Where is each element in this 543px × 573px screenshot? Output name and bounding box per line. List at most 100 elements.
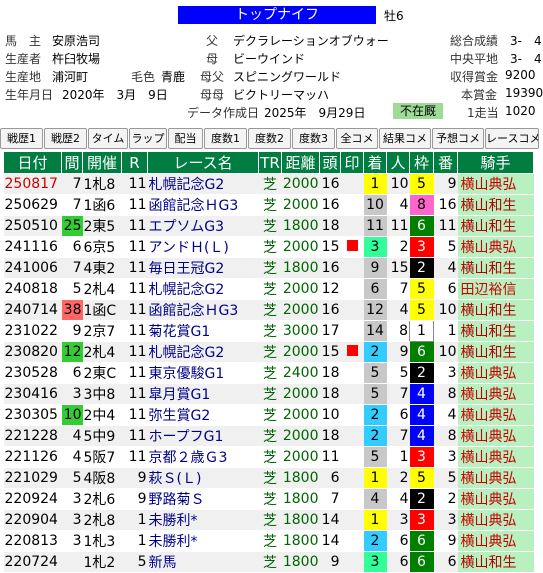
race-name[interactable]: 札幌記念G2 — [147, 173, 259, 195]
race-date[interactable]: 221228 — [3, 425, 62, 447]
jockey-name[interactable]: 横山典弘 — [457, 509, 534, 531]
col-track[interactable]: TR — [258, 151, 282, 174]
race-name[interactable]: 東京優駿G1 — [147, 362, 259, 384]
race-name[interactable]: 函館記念ＨG3 — [147, 299, 259, 321]
table-row[interactable]: 221029 5 4阪8 9 萩Ｓ(Ｌ) 芝 1800 6 1 2 5 5 横山典弘 — [3, 467, 534, 489]
jockey-name[interactable]: 横山和生 — [457, 299, 534, 321]
race-date[interactable]: 241006 — [3, 257, 62, 279]
table-row[interactable]: 230528 6 2東C 11 東京優駿G1 芝 2400 18 5 5 2 3 横山典弘 — [3, 362, 534, 384]
jockey-name[interactable]: 横山和生 — [457, 320, 534, 342]
jockey-name[interactable]: 横山典弘 — [457, 446, 534, 468]
jockey-name[interactable]: 横山典弘 — [457, 425, 534, 447]
col-bracket[interactable]: 枠 — [409, 151, 434, 174]
dam-value[interactable]: ビーウインド — [233, 50, 305, 67]
table-row[interactable]: 220724 1札2 5 新馬芝 1800 9 3 6 6 6 横山和生 — [3, 551, 534, 573]
race-name[interactable]: アンドＨ(Ｌ) — [147, 236, 259, 258]
table-row[interactable]: 230820 12 2札4 11 札幌記念G2 芝 2000 15 2 9 6 10 横山和生 — [3, 341, 534, 363]
jockey-name[interactable]: 横山典弘 — [457, 488, 534, 510]
race-name[interactable]: 皐月賞G1 — [147, 383, 259, 405]
race-date[interactable]: 241116 — [3, 236, 62, 258]
table-row[interactable]: 220813 3 1札3 1 未勝利* 芝 1800 14 2 6 6 9 横山典弘 — [3, 530, 534, 552]
race-date[interactable]: 250510 — [3, 215, 62, 237]
race-date[interactable]: 240714 — [3, 299, 62, 321]
sire-value[interactable]: デクラレーションオブウォー — [233, 32, 389, 49]
table-row[interactable]: 241006 7 4東2 11 毎日王冠G2 芝 1800 16 9 15 2 4 横山和生 — [3, 257, 534, 279]
table-row[interactable]: 241116 6 6京5 11 アンドＨ(Ｌ) 芝 2000 15 3 2 3 5 横山典弘 — [3, 236, 534, 258]
race-name[interactable]: 函館記念ＨG3 — [147, 194, 259, 216]
tab-race-history-1[interactable]: 戦歴1 — [0, 128, 43, 149]
race-date[interactable]: 250817 — [3, 173, 62, 195]
race-date[interactable]: 231022 — [3, 320, 62, 342]
race-date[interactable]: 220924 — [3, 488, 62, 510]
col-interval[interactable]: 間 — [61, 151, 83, 174]
tab-payout[interactable]: 配当 — [168, 128, 203, 149]
tab-result-comments[interactable]: 結果コメ — [379, 128, 431, 149]
tab-race-comments[interactable]: レースコメ — [485, 128, 539, 149]
race-name[interactable]: 毎日王冠G2 — [147, 257, 259, 279]
table-row[interactable]: 220924 3 2札6 9 野路菊Ｓ 芝 1800 7 4 4 2 2 横山典弘 — [3, 488, 534, 510]
jockey-name[interactable]: 田辺裕信 — [457, 278, 534, 300]
col-date[interactable]: 日付 — [3, 151, 62, 174]
jockey-name[interactable]: 横山和生 — [457, 341, 534, 363]
race-date[interactable]: 220904 — [3, 509, 62, 531]
table-row[interactable]: 221126 4 5阪7 11 京都２歳Ｇ3 芝 2000 11 5 1 3 3 横山典弘 — [3, 446, 534, 468]
table-row[interactable]: 250817 7 1札8 11 札幌記念G2 芝 2000 16 1 10 5 9 横山典弘 — [3, 173, 534, 195]
col-horse-number[interactable]: 番 — [433, 151, 458, 174]
race-name[interactable]: 弥生賞G2 — [147, 404, 259, 426]
tab-lap[interactable]: ラップ — [129, 128, 167, 149]
race-date[interactable]: 230820 — [3, 341, 62, 363]
race-date[interactable]: 230305 — [3, 404, 62, 426]
jockey-name[interactable]: 横山典弘 — [457, 467, 534, 489]
table-row[interactable]: 250629 7 1函6 11 函館記念ＨG3 芝 2000 16 10 4 8 16 横山和生 — [3, 194, 534, 216]
race-name[interactable]: 未勝利* — [147, 530, 259, 552]
race-name[interactable]: エプソムG3 — [147, 215, 259, 237]
race-name[interactable]: 新馬 — [147, 551, 259, 573]
col-finish[interactable]: 着 — [363, 151, 387, 174]
jockey-name[interactable]: 横山典弘 — [457, 530, 534, 552]
table-row[interactable]: 231022 9 2京7 11 菊花賞G1 芝 3000 17 14 8 1 1 横山和生 — [3, 320, 534, 342]
race-name[interactable]: 京都２歳Ｇ3 — [147, 446, 259, 468]
tab-prediction-comments[interactable]: 予想コメ — [432, 128, 484, 149]
race-name[interactable]: 札幌記念G2 — [147, 278, 259, 300]
damdam-value[interactable]: ビクトリーマッハ — [233, 86, 329, 103]
race-date[interactable]: 221029 — [3, 467, 62, 489]
col-race-name[interactable]: レース名 — [147, 151, 259, 174]
tab-race-history-2[interactable]: 戦歴2 — [44, 128, 87, 149]
table-row[interactable]: 240714 38 1函C 11 函館記念ＨG3 芝 2000 16 12 4 5 10 横山和生 — [3, 299, 534, 321]
col-race-number[interactable]: R — [121, 151, 148, 174]
table-row[interactable]: 220904 3 2札8 1 未勝利* 芝 1800 14 1 3 3 3 横山典弘 — [3, 509, 534, 531]
jockey-name[interactable]: 横山和生 — [457, 257, 534, 279]
race-name[interactable]: 札幌記念G2 — [147, 341, 259, 363]
jockey-name[interactable]: 横山和生 — [457, 194, 534, 216]
table-row[interactable]: 230305 10 2中4 11 弥生賞G2 芝 2000 10 2 6 4 4 横山典弘 — [3, 404, 534, 426]
jockey-name[interactable]: 横山典弘 — [457, 383, 534, 405]
race-date[interactable]: 220813 — [3, 530, 62, 552]
col-jockey[interactable]: 騎手 — [457, 151, 534, 174]
race-name[interactable]: 萩Ｓ(Ｌ) — [147, 467, 259, 489]
race-date[interactable]: 240818 — [3, 278, 62, 300]
race-name[interactable]: 野路菊Ｓ — [147, 488, 259, 510]
tab-time[interactable]: タイム — [88, 128, 128, 149]
table-row[interactable]: 250510 25 2東5 11 エプソムG3 芝 1800 18 11 11 6 11 横山和生 — [3, 215, 534, 237]
race-date[interactable]: 250629 — [3, 194, 62, 216]
tab-all-comments[interactable]: 全コメ — [336, 128, 378, 149]
race-name[interactable]: 菊花賞G1 — [147, 320, 259, 342]
race-name[interactable]: 未勝利* — [147, 509, 259, 531]
race-date[interactable]: 220724 — [3, 551, 62, 573]
table-row[interactable]: 240818 5 2札4 11 札幌記念G2 芝 2000 12 6 7 5 6 田辺裕信 — [3, 278, 534, 300]
col-venue[interactable]: 開催 — [82, 151, 122, 174]
jockey-name[interactable]: 横山典弘 — [457, 173, 534, 195]
race-date[interactable]: 230416 — [3, 383, 62, 405]
tab-frequency-1[interactable]: 度数1 — [204, 128, 247, 149]
jockey-name[interactable]: 横山典弘 — [457, 404, 534, 426]
tab-frequency-3[interactable]: 度数3 — [292, 128, 335, 149]
col-mark[interactable]: 印 — [340, 151, 364, 174]
jockey-name[interactable]: 横山和生 — [457, 551, 534, 573]
jockey-name[interactable]: 横山典弘 — [457, 236, 534, 258]
breeder-value[interactable]: 杵臼牧場 — [52, 50, 100, 67]
jockey-name[interactable]: 横山和生 — [457, 215, 534, 237]
race-date[interactable]: 230528 — [3, 362, 62, 384]
damsire-value[interactable]: スピニングワールド — [233, 68, 341, 85]
race-name[interactable]: ホープフG1 — [147, 425, 259, 447]
jockey-name[interactable]: 横山典弘 — [457, 362, 534, 384]
